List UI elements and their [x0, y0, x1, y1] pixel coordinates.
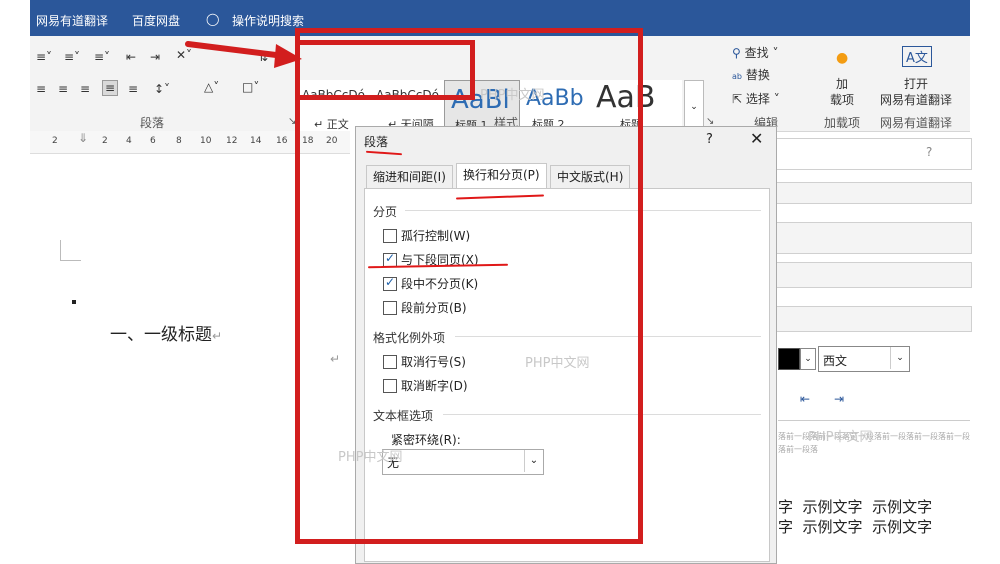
watermark: PHP中文网	[338, 450, 403, 465]
bg-field-3	[775, 262, 972, 288]
shading-icon[interactable]: △˅	[204, 80, 219, 94]
bullets-icon[interactable]: ≡˅	[36, 50, 52, 64]
tab-indent-spacing[interactable]: 缩进和间距(I)	[366, 165, 453, 189]
replace-icon: ab	[732, 72, 742, 81]
addin-button[interactable]: 加 载项	[830, 76, 854, 108]
textbox-options-label: 文本框选项	[373, 409, 434, 423]
increase-indent-icon[interactable]: ⇥	[150, 50, 160, 64]
chevron-down-icon: ⌄	[524, 450, 543, 472]
bg-dialog-header: ?	[775, 138, 972, 170]
bg-field-2	[775, 222, 972, 254]
widow-control-checkbox[interactable]	[383, 229, 397, 243]
close-icon[interactable]: ✕	[750, 129, 763, 148]
numbering-icon[interactable]: ≡˅	[64, 50, 80, 64]
dont-hyphenate-checkbox[interactable]	[383, 379, 397, 393]
align-right-icon[interactable]: ≡	[80, 82, 90, 96]
addin-group-label: 加载项	[824, 116, 861, 130]
decrease-indent-icon[interactable]: ⇤	[126, 50, 136, 64]
watermark: PHP中文网	[525, 356, 590, 371]
red-arrow	[185, 41, 302, 68]
borders-icon[interactable]: □˅	[242, 80, 259, 94]
baidu-netdisk-link[interactable]: 百度网盘	[132, 12, 180, 29]
heading-text[interactable]: 一、一级标题↵	[110, 320, 222, 345]
style-no-spacing[interactable]: AaBbCcDó ↵ 无间隔	[370, 80, 444, 132]
addin-icon: ●	[836, 50, 849, 66]
preview-divider	[778, 420, 970, 421]
watermark: PHP中文网	[480, 88, 545, 103]
script-select[interactable]: 西文 ⌄	[818, 346, 910, 372]
paragraph-dialog: 段落 ? ✕ 缩进和间距(I) 换行和分页(P) 中文版式(H) 分页 孤行控制…	[355, 126, 777, 564]
distributed-icon[interactable]: ≡	[128, 82, 138, 96]
paragraph-mark: ↵	[330, 352, 341, 366]
quick-access-bar: 网易有道翻译 百度网盘 ◯ 操作说明搜索	[30, 0, 970, 36]
tell-me-search[interactable]: 操作说明搜索	[232, 12, 304, 29]
bg-field-4	[775, 306, 972, 332]
tab-line-page-breaks[interactable]: 换行和分页(P)	[456, 163, 547, 189]
sample-text-line-2: 字 示例文字 示例文字	[778, 518, 933, 536]
lightbulb-icon: ◯	[206, 12, 220, 26]
page-corner-mark	[60, 240, 81, 261]
find-button[interactable]: ⚲ 查找 ˅	[732, 44, 778, 61]
translate-icon: A文	[902, 46, 932, 67]
select-button[interactable]: ⇱ 选择 ˅	[732, 90, 780, 107]
style-normal[interactable]: AaBbCcDó ↵ 正文	[296, 80, 370, 132]
bg-field-1	[775, 182, 972, 204]
dialog-title: 段落	[364, 135, 389, 149]
replace-button[interactable]: ab 替换	[732, 66, 770, 83]
keep-lines-together-checkbox[interactable]	[383, 275, 397, 291]
tab-panel: 分页 孤行控制(W) 与下段同页(X) 段中不分页(K) 段前分页(B) 格式化…	[364, 188, 770, 562]
format-exceptions-label: 格式化例外项	[373, 331, 446, 345]
search-icon: ⚲	[732, 46, 741, 60]
horizontal-ruler[interactable]: 2 2 4 6 8 10 12 14 16 18 20 ⇓	[30, 131, 350, 154]
decrease-indent-icon-2[interactable]: ⇤	[800, 392, 810, 406]
multilevel-list-icon[interactable]: ≡˅	[94, 50, 110, 64]
paragraph-group-label: 段落	[140, 116, 165, 130]
open-youdao-button[interactable]: 打开 网易有道翻译	[880, 76, 952, 108]
page-break-before-checkbox[interactable]	[383, 301, 397, 315]
line-spacing-icon[interactable]: ↕˅	[154, 82, 170, 96]
align-left-icon[interactable]: ≡	[36, 82, 46, 96]
font-color-swatch[interactable]	[778, 348, 800, 370]
bullet-dot	[72, 300, 76, 304]
sample-text-line-1: 字 示例文字 示例文字	[778, 498, 933, 516]
watermark: PHP中文网	[808, 430, 873, 445]
pagination-section-label: 分页	[373, 205, 398, 219]
indent-marker-icon[interactable]: ⇓	[78, 131, 88, 145]
style-title[interactable]: AaB 标题	[590, 80, 682, 132]
increase-indent-icon-2[interactable]: ⇥	[834, 392, 844, 406]
tab-asian-typography[interactable]: 中文版式(H)	[550, 165, 631, 189]
font-color-dropdown[interactable]: ⌄	[800, 348, 816, 370]
justify-icon[interactable]: ≡	[102, 80, 119, 96]
help-button[interactable]: ?	[706, 132, 713, 147]
suppress-line-numbers-checkbox[interactable]	[383, 355, 397, 369]
chevron-down-icon: ⌄	[890, 347, 909, 369]
youdao-link[interactable]: 网易有道翻译	[36, 12, 108, 29]
youdao-group-label: 网易有道翻译	[880, 116, 953, 130]
align-center-icon[interactable]: ≡	[58, 82, 68, 96]
cursor-icon: ⇱	[732, 92, 743, 106]
tight-wrap-select[interactable]: 无 ⌄	[382, 449, 544, 475]
preview-prev-paragraph: 落前一段落前一段落前一段落前一段落前一段落前一段落前一段落	[778, 432, 970, 454]
